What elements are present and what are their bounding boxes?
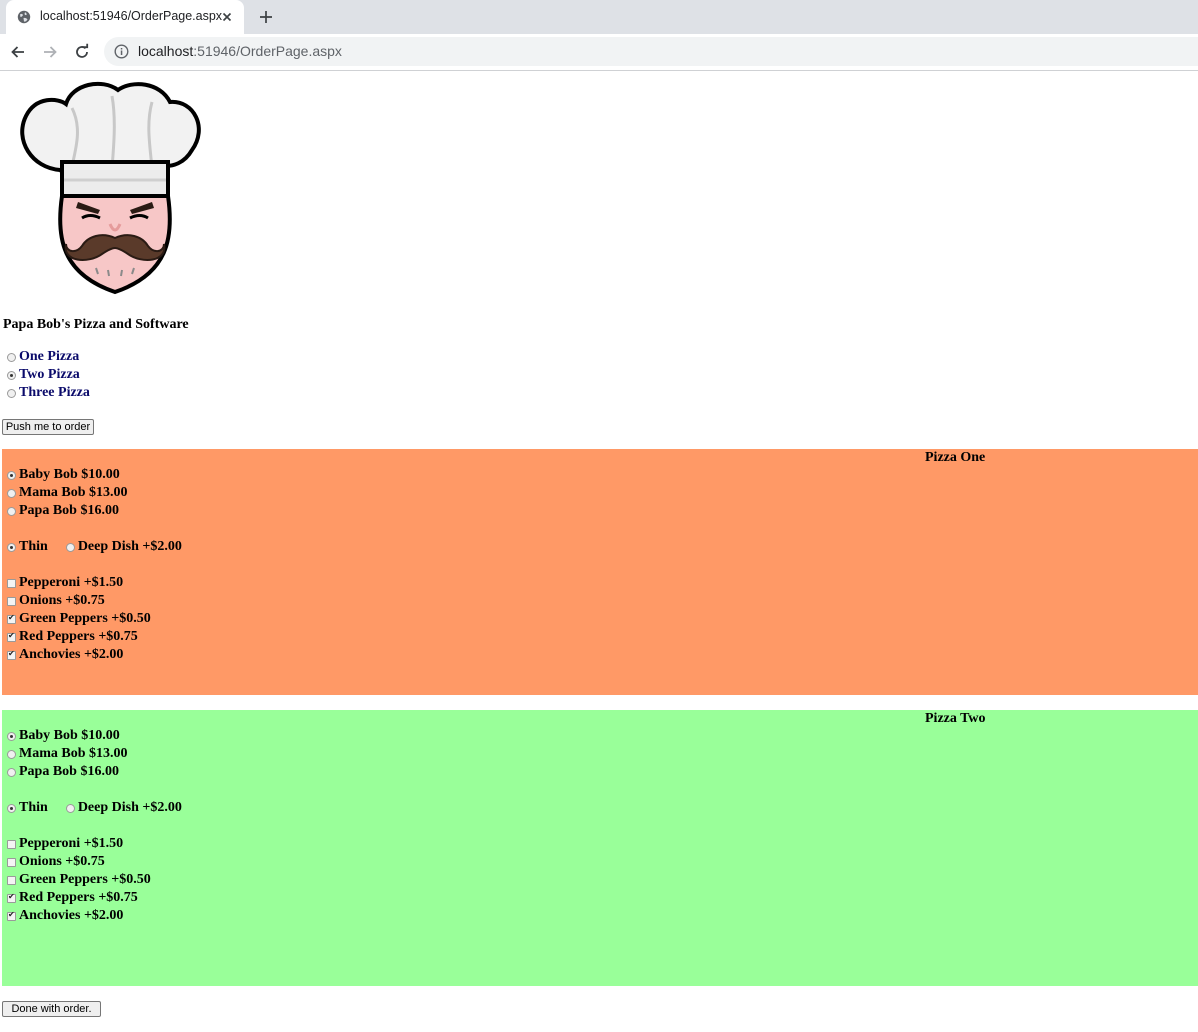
browser-tab[interactable]: localhost:51946/OrderPage.aspx (6, 0, 244, 34)
topping-label: Onions +$0.75 (19, 854, 105, 869)
checkbox-checked[interactable] (7, 892, 16, 903)
size-option-mama-bob[interactable]: Mama Bob $13.00 (7, 484, 128, 502)
radio-button[interactable] (7, 506, 16, 516)
topping-label: Red Peppers +$0.75 (19, 629, 138, 644)
topping-red-peppers[interactable]: Red Peppers +$0.75 (7, 628, 138, 646)
size-label: Papa Bob $16.00 (19, 503, 119, 518)
crust-label: Thin (19, 800, 48, 815)
crust-options: Thin Deep Dish +$2.00 (7, 799, 182, 817)
close-icon[interactable] (220, 10, 234, 24)
checkbox[interactable] (7, 596, 16, 606)
forward-arrow-icon[interactable] (41, 43, 59, 61)
crust-option-deep-dish[interactable]: Deep Dish +$2.00 (65, 539, 182, 555)
crust-options: Thin Deep Dish +$2.00 (7, 538, 182, 556)
topping-onions[interactable]: Onions +$0.75 (7, 853, 105, 871)
pizza-panel-title: Pizza Two (925, 711, 986, 726)
checkbox[interactable] (7, 839, 16, 849)
radio-button-selected[interactable] (7, 803, 16, 813)
radio-button[interactable] (65, 803, 75, 813)
topping-pepperoni[interactable]: Pepperoni +$1.50 (7, 835, 123, 853)
size-option-papa-bob[interactable]: Papa Bob $16.00 (7, 763, 119, 781)
crust-option-deep-dish[interactable]: Deep Dish +$2.00 (65, 800, 182, 816)
size-option-mama-bob[interactable]: Mama Bob $13.00 (7, 745, 128, 763)
url-path: :51946/OrderPage.aspx (193, 43, 342, 59)
radio-button[interactable] (7, 749, 16, 759)
crust-option-thin[interactable]: Thin (7, 800, 48, 816)
size-option-papa-bob[interactable]: Papa Bob $16.00 (7, 502, 119, 520)
checkbox-checked[interactable] (7, 613, 16, 624)
site-title: Papa Bob's Pizza and Software (3, 317, 189, 332)
reload-icon[interactable] (73, 43, 91, 61)
topping-label: Red Peppers +$0.75 (19, 890, 138, 905)
topping-anchovies[interactable]: Anchovies +$2.00 (7, 907, 123, 925)
pizza-panel-title: Pizza One (925, 450, 986, 465)
topping-red-peppers[interactable]: Red Peppers +$0.75 (7, 889, 138, 907)
browser-toolbar: localhost:51946/OrderPage.aspx (0, 34, 1198, 71)
pizza-count-label: Three Pizza (19, 385, 90, 400)
radio-button[interactable] (7, 488, 16, 498)
globe-icon (17, 10, 31, 24)
checkbox[interactable] (7, 875, 16, 885)
checkbox[interactable] (7, 857, 16, 867)
radio-button-selected[interactable] (7, 370, 16, 380)
order-button[interactable]: Push me to order (2, 419, 94, 435)
pizza-count-label: Two Pizza (19, 367, 80, 382)
topping-green-peppers[interactable]: Green Peppers +$0.50 (7, 871, 151, 889)
size-label: Baby Bob $10.00 (19, 728, 120, 743)
pizza-panel-one: Pizza One Baby Bob $10.00 Mama Bob $13.0… (2, 449, 1198, 695)
pizza-panel-two: Pizza Two Baby Bob $10.00 Mama Bob $13.0… (2, 710, 1198, 986)
size-option-baby-bob[interactable]: Baby Bob $10.00 (7, 727, 120, 745)
pizza-count-option-one[interactable]: One Pizza (7, 348, 79, 366)
radio-button[interactable] (7, 388, 16, 398)
topping-label: Anchovies +$2.00 (19, 647, 124, 662)
chef-logo (20, 81, 201, 295)
radio-button[interactable] (65, 542, 75, 552)
topping-label: Green Peppers +$0.50 (19, 872, 151, 887)
crust-label: Thin (19, 539, 48, 554)
size-label: Mama Bob $13.00 (19, 485, 128, 500)
url-host: localhost (138, 43, 194, 59)
size-label: Mama Bob $13.00 (19, 746, 128, 761)
topping-label: Onions +$0.75 (19, 593, 105, 608)
pizza-count-option-two[interactable]: Two Pizza (7, 366, 80, 384)
topping-onions[interactable]: Onions +$0.75 (7, 592, 105, 610)
url-text: localhost:51946/OrderPage.aspx (138, 43, 342, 59)
crust-label: Deep Dish +$2.00 (77, 800, 182, 815)
done-button[interactable]: Done with order. (2, 1001, 101, 1017)
info-icon[interactable] (114, 44, 129, 59)
crust-option-thin[interactable]: Thin (7, 539, 48, 555)
topping-label: Pepperoni +$1.50 (19, 836, 124, 851)
topping-green-peppers[interactable]: Green Peppers +$0.50 (7, 610, 151, 628)
checkbox-checked[interactable] (7, 649, 16, 660)
browser-tabstrip: localhost:51946/OrderPage.aspx (0, 0, 1198, 34)
size-label: Papa Bob $16.00 (19, 764, 119, 779)
radio-button[interactable] (7, 767, 16, 777)
radio-button-selected[interactable] (7, 542, 16, 552)
new-tab-plus-icon[interactable] (258, 9, 274, 25)
pizza-count-label: One Pizza (19, 349, 80, 364)
topping-pepperoni[interactable]: Pepperoni +$1.50 (7, 574, 123, 592)
checkbox-checked[interactable] (7, 910, 16, 921)
checkbox[interactable] (7, 578, 16, 588)
tab-title: localhost:51946/OrderPage.aspx (40, 9, 223, 23)
topping-label: Green Peppers +$0.50 (19, 611, 151, 626)
address-bar[interactable]: localhost:51946/OrderPage.aspx (104, 37, 1198, 66)
checkbox-checked[interactable] (7, 631, 16, 642)
topping-label: Anchovies +$2.00 (19, 908, 124, 923)
pizza-count-option-three[interactable]: Three Pizza (7, 384, 90, 402)
topping-label: Pepperoni +$1.50 (19, 575, 124, 590)
back-arrow-icon[interactable] (9, 43, 27, 61)
size-option-baby-bob[interactable]: Baby Bob $10.00 (7, 466, 120, 484)
topping-anchovies[interactable]: Anchovies +$2.00 (7, 646, 123, 664)
crust-label: Deep Dish +$2.00 (77, 539, 182, 554)
radio-button-selected[interactable] (7, 470, 16, 480)
size-label: Baby Bob $10.00 (19, 467, 120, 482)
radio-button-selected[interactable] (7, 731, 16, 741)
radio-button[interactable] (7, 352, 16, 362)
